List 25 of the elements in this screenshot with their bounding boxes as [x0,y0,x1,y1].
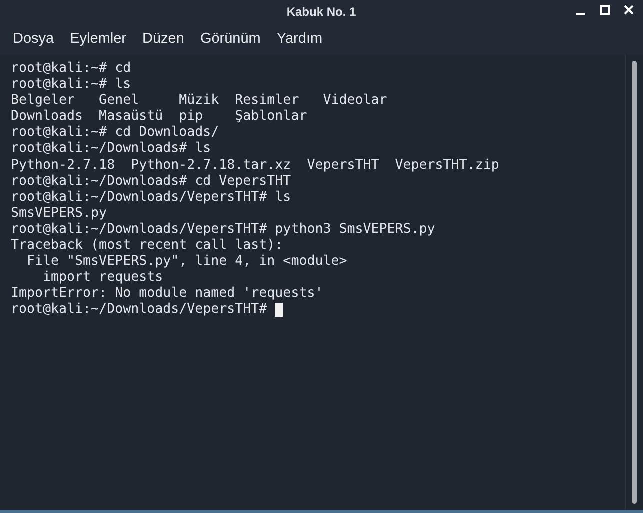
terminal-line: root@kali:~# cd Downloads/ [11,125,220,142]
terminal-line: Downloads Masaüstü pip Şablonlar [11,109,308,126]
menu-item[interactable]: Eylemler [63,28,134,50]
terminal-line: root@kali:~/Downloads# ls [11,141,212,158]
maximize-icon[interactable] [599,4,611,16]
scrollbar-thumb[interactable] [632,61,637,504]
terminal-line: root@kali:~# ls [11,77,132,94]
menu-item[interactable]: Yardım [270,28,330,50]
terminal-line: root@kali:~/Downloads/VepersTHT# python3 SmsVEPERS.py [11,222,436,238]
menu-item[interactable]: Düzen [136,28,192,50]
terminal-line: SmsVEPERS.py [11,206,108,222]
terminal-line: Traceback (most recent call last): [11,238,284,254]
close-icon[interactable] [623,4,635,16]
window-title: Kabuk No. 1 [286,4,356,21]
terminal-line: root@kali:~# cd [11,61,132,78]
terminal-line: root@kali:~/Downloads# cd VepersTHT [11,174,292,190]
terminal-line: Belgeler Genel Müzik Resimler Videolar [11,93,388,110]
terminal-line: import requests [42,270,164,286]
terminal-line: root@kali:~/Downloads/VepersTHT# ls [11,190,292,206]
menu-item[interactable]: Dosya [6,28,62,50]
terminal-line: Python-2.7.18 Python-2.7.18.tar.xz VepersTHT VepersTHT.zip [11,158,500,174]
terminal-line: ImportError: No module named 'requests' [11,286,324,302]
terminal-line: root@kali:~/Downloads/VepersTHT# [11,302,268,318]
menu-item[interactable]: Görünüm [193,28,268,50]
terminal-line: File "SmsVEPERS.py", line 4, in <module> [26,254,348,270]
